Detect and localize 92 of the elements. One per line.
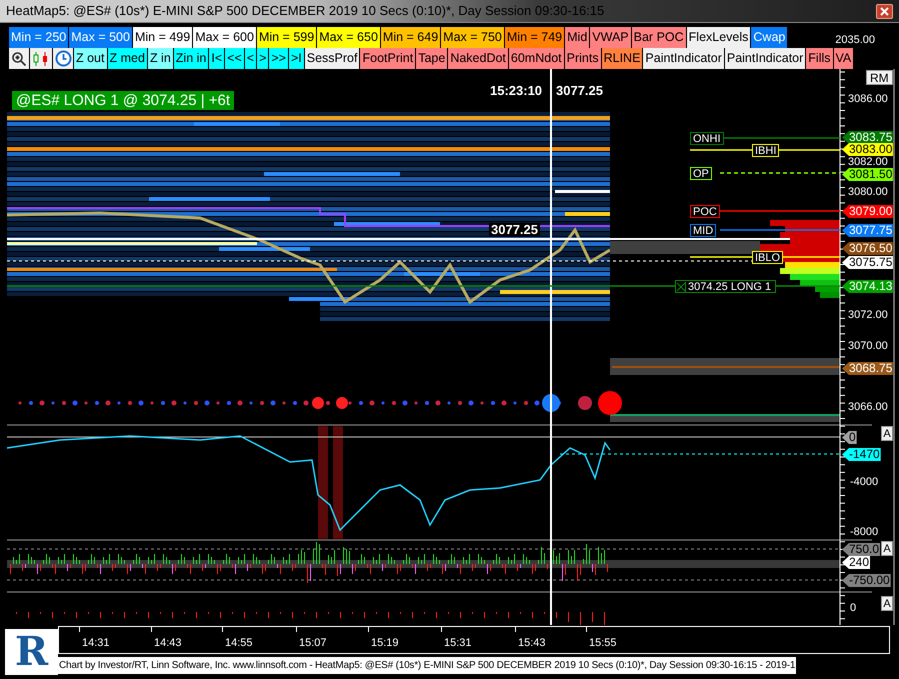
axis-label: 3086.00 bbox=[848, 93, 888, 105]
toolbar-button[interactable]: PaintIndicator bbox=[724, 48, 806, 69]
time-label: 15:31 bbox=[444, 636, 472, 651]
candlestick-icon[interactable] bbox=[30, 48, 52, 69]
price-tag: 240 bbox=[842, 556, 870, 569]
price-tag: 3068.75 bbox=[842, 362, 894, 375]
toolbar-button[interactable]: PaintIndicator bbox=[643, 48, 724, 69]
position-banner: @ES# LONG 1 @ 3074.25 | +6t bbox=[12, 91, 234, 110]
liquidity-band bbox=[555, 190, 610, 193]
toolbar-button[interactable]: Max = 650 bbox=[317, 27, 380, 48]
toolbar-button[interactable]: FootPrint bbox=[360, 48, 416, 69]
scale-button[interactable]: A bbox=[881, 541, 893, 556]
time-label: 15:55 bbox=[589, 636, 617, 651]
toolbar-button[interactable]: >I bbox=[288, 48, 304, 69]
toolbar-button[interactable]: 60mNdot bbox=[508, 48, 564, 69]
close-button[interactable] bbox=[876, 4, 893, 18]
toolbar-button[interactable]: >> bbox=[269, 48, 288, 69]
time-label: 15:07 bbox=[299, 636, 327, 651]
price-label: 3077.25 bbox=[489, 223, 540, 237]
scale-button[interactable]: A bbox=[881, 596, 893, 611]
cursor-time: 15:23:10 bbox=[490, 82, 542, 100]
price-tag: 3077.75 bbox=[842, 224, 894, 237]
price-tag: 3079.00 bbox=[842, 205, 894, 218]
toolbar-button[interactable]: Bar POC bbox=[632, 27, 686, 48]
time-label: 14:31 bbox=[82, 636, 110, 651]
price-tag: -1470 bbox=[842, 448, 881, 461]
toolbar-button[interactable]: Max = 500 bbox=[69, 27, 132, 48]
toolbar-button[interactable]: < bbox=[244, 48, 256, 69]
toolbar-button[interactable]: Z in bbox=[148, 48, 173, 69]
toolbar-button[interactable]: Z med bbox=[108, 48, 147, 69]
scale-button[interactable]: RM bbox=[866, 70, 893, 85]
toolbar-button[interactable]: Min = 250 bbox=[9, 27, 68, 48]
liquidity-band bbox=[565, 212, 610, 216]
price-tag: 3081.50 bbox=[842, 168, 894, 181]
zoom-icon[interactable] bbox=[9, 48, 29, 69]
axis-label: -8000 bbox=[850, 526, 878, 538]
price-tag: 0 bbox=[842, 431, 857, 444]
price-tag: 3083.00 bbox=[842, 143, 894, 156]
toolbar-button[interactable]: Tape bbox=[416, 48, 448, 69]
toolbar-button[interactable]: VA bbox=[834, 48, 854, 69]
price-tag: -750.00 bbox=[842, 574, 891, 587]
window-title: HeatMap5: @ES# (10s*) E-MINI S&P 500 DECEMBER 2019 10 Secs (0:10)*, Day Session 09:30-16:15 bbox=[6, 2, 604, 20]
axis-label: 2035.00 bbox=[835, 32, 876, 48]
axis-label: 3066.00 bbox=[848, 401, 888, 413]
time-label: 14:55 bbox=[225, 636, 253, 651]
toolbar-button[interactable]: Max = 750 bbox=[441, 27, 504, 48]
toolbar-button[interactable]: VWAP bbox=[590, 27, 631, 48]
toolbar-button[interactable]: I< bbox=[209, 48, 224, 69]
toolbar-button[interactable]: Prints bbox=[564, 48, 601, 69]
logo-letter: R bbox=[14, 632, 48, 672]
axis-label: 3072.00 bbox=[848, 309, 888, 321]
toolbar-button[interactable]: SessProf bbox=[304, 48, 360, 69]
toolbar-button[interactable]: FlexLevels bbox=[686, 27, 750, 48]
level-marker: IBLO bbox=[752, 251, 784, 264]
toolbar-button[interactable]: << bbox=[225, 48, 244, 69]
time-label: 14:43 bbox=[154, 636, 182, 651]
toolbar-button[interactable]: Cwap bbox=[751, 27, 788, 48]
toolbar-button[interactable]: > bbox=[257, 48, 268, 69]
cursor-price: 3077.25 bbox=[556, 82, 603, 100]
price-tag: 3083.75 bbox=[842, 131, 894, 144]
toolbar-button[interactable]: Max = 600 bbox=[193, 27, 256, 48]
level-marker: POC bbox=[690, 205, 720, 218]
price-tag: 3074.13 bbox=[842, 280, 894, 293]
price-tag: 3075.75 bbox=[842, 256, 894, 269]
scale-button[interactable]: A bbox=[881, 426, 893, 441]
toolbar-button[interactable]: Min = 749 bbox=[504, 27, 564, 48]
axis-label: 3070.00 bbox=[848, 340, 888, 352]
toolbar-button[interactable]: Zin in bbox=[174, 48, 208, 69]
toolbar-button[interactable]: Min = 649 bbox=[380, 27, 440, 48]
clock-icon[interactable] bbox=[53, 48, 73, 69]
close-icon bbox=[880, 6, 889, 16]
toolbar-button[interactable]: Fills bbox=[806, 48, 833, 69]
toolbar-button[interactable]: Z out bbox=[74, 48, 106, 69]
level-marker: ONHI bbox=[690, 132, 724, 145]
toolbar-button[interactable]: RLINE bbox=[602, 48, 642, 69]
level-marker: OP bbox=[690, 167, 712, 180]
axis-label: -4000 bbox=[850, 476, 878, 488]
time-label: 15:43 bbox=[518, 636, 546, 651]
toolbar-button[interactable]: Mid bbox=[565, 27, 590, 48]
time-label: 15:19 bbox=[371, 636, 399, 651]
level-marker: IBHI bbox=[752, 144, 780, 157]
price-tag: 3076.50 bbox=[842, 242, 894, 255]
level-marker: MID bbox=[690, 224, 716, 237]
toolbar-button[interactable]: Min = 499 bbox=[132, 27, 192, 48]
axis-label: 3082.00 bbox=[848, 156, 888, 168]
footer-text: Chart by Investor/RT, Linn Software, Inc. www.linnsoft.com - HeatMap5: @ES# (10s*) E-MINI S&P 500 DECEMBER 2019 10 Secs (0:10)*, Day Session 09:30-16:15 - 2019-1 bbox=[58, 657, 796, 674]
toolbar-button[interactable]: Min = 599 bbox=[256, 27, 316, 48]
axis-label: 0 bbox=[850, 602, 856, 614]
price-tag: 750.0 bbox=[842, 543, 880, 556]
position-label: 3074.25 LONG 1 bbox=[688, 280, 772, 292]
axis-label: 3080.00 bbox=[848, 186, 888, 198]
toolbar-button[interactable]: NakedDot bbox=[448, 48, 508, 69]
